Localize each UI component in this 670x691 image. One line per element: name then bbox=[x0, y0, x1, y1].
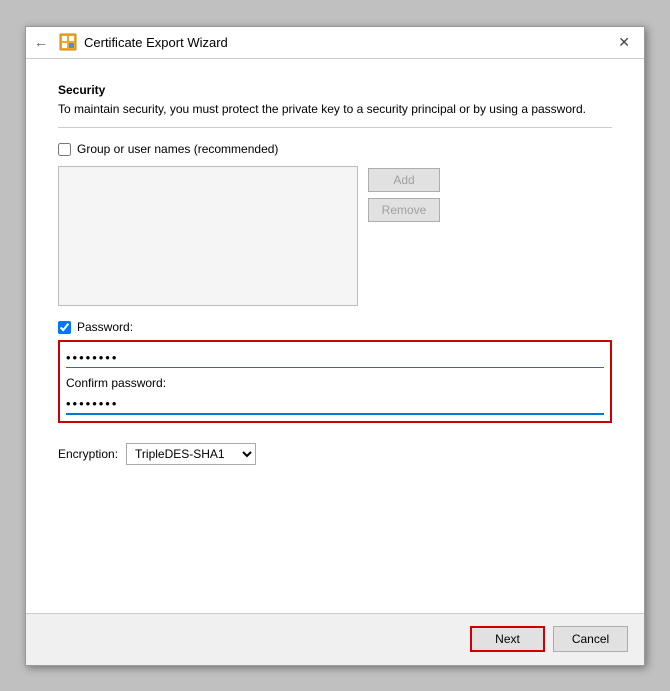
section-title: Security bbox=[58, 83, 612, 97]
encryption-select[interactable]: TripleDES-SHA1 AES256-SHA256 bbox=[126, 443, 256, 465]
group-checkbox[interactable] bbox=[58, 143, 71, 156]
cancel-button[interactable]: Cancel bbox=[553, 626, 628, 652]
group-area: Add Remove bbox=[58, 166, 612, 306]
dialog-title: Certificate Export Wizard bbox=[84, 35, 228, 50]
section-description: To maintain security, you must protect t… bbox=[58, 101, 612, 118]
group-listbox[interactable] bbox=[58, 166, 358, 306]
confirm-password-input[interactable] bbox=[66, 394, 604, 415]
confirm-password-label: Confirm password: bbox=[66, 376, 604, 390]
password-checkbox[interactable] bbox=[58, 321, 71, 334]
group-checkbox-row: Group or user names (recommended) bbox=[58, 142, 612, 156]
close-button[interactable]: ✕ bbox=[612, 33, 636, 51]
password-input[interactable] bbox=[66, 348, 604, 368]
password-box: Confirm password: bbox=[58, 340, 612, 423]
encryption-label: Encryption: bbox=[58, 447, 118, 461]
section-divider bbox=[58, 127, 612, 128]
remove-button[interactable]: Remove bbox=[368, 198, 440, 222]
side-buttons: Add Remove bbox=[368, 166, 440, 306]
encryption-row: Encryption: TripleDES-SHA1 AES256-SHA256 bbox=[58, 443, 612, 465]
password-checkbox-label: Password: bbox=[77, 320, 133, 334]
password-section: Password: Confirm password: bbox=[58, 320, 612, 423]
wizard-icon bbox=[58, 32, 78, 52]
footer: Next Cancel bbox=[26, 613, 644, 665]
group-checkbox-label: Group or user names (recommended) bbox=[77, 142, 278, 156]
password-checkbox-row: Password: bbox=[58, 320, 612, 334]
certificate-export-wizard-dialog: ← Certificate Export Wizard ✕ Security T… bbox=[25, 26, 645, 666]
back-arrow-icon[interactable]: ← bbox=[34, 34, 48, 50]
title-bar: ← Certificate Export Wizard ✕ bbox=[26, 27, 644, 59]
title-bar-left: ← Certificate Export Wizard bbox=[34, 32, 228, 52]
next-button[interactable]: Next bbox=[470, 626, 545, 652]
add-button[interactable]: Add bbox=[368, 168, 440, 192]
main-content: Security To maintain security, you must … bbox=[26, 59, 644, 613]
